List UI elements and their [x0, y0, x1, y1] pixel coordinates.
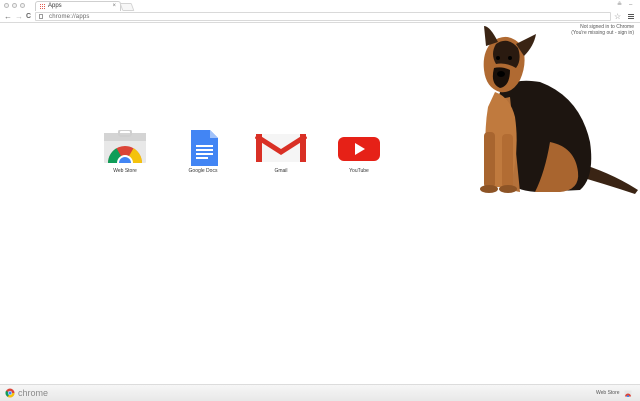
maximize-window-button[interactable]: [20, 3, 25, 8]
app-label: Google Docs: [188, 168, 218, 174]
footer-bar: chrome Web Store: [0, 384, 640, 401]
web-store-link[interactable]: Web Store: [596, 389, 620, 397]
app-label: Gmail: [274, 168, 288, 174]
tab-close-button[interactable]: ×: [112, 2, 116, 10]
url-text: chrome://apps: [49, 14, 90, 20]
new-tab-button[interactable]: [119, 3, 135, 11]
user-icon[interactable]: ≗: [617, 1, 622, 9]
apps-grid-icon: [40, 4, 45, 9]
gmail-icon: [254, 130, 308, 166]
address-bar[interactable]: chrome://apps: [35, 12, 611, 21]
web-store-small-icon[interactable]: [624, 389, 632, 397]
app-label: Web Store: [113, 168, 137, 174]
tab-title: Apps: [48, 3, 62, 9]
menu-icon[interactable]: [628, 14, 634, 20]
chrome-wordmark: chrome: [18, 388, 49, 398]
bookmark-star-icon[interactable]: ☆: [614, 11, 621, 22]
youtube-icon: [336, 130, 382, 166]
forward-button[interactable]: →: [15, 11, 23, 22]
web-store-icon: [102, 129, 148, 171]
chrome-logo-icon: [5, 388, 15, 398]
dog-theme-image: [480, 26, 638, 194]
page-icon: [39, 14, 43, 19]
google-docs-icon: [180, 130, 226, 166]
app-gmail[interactable]: Gmail: [251, 130, 311, 174]
app-google-docs[interactable]: Google Docs: [173, 130, 233, 174]
app-youtube[interactable]: YouTube: [329, 130, 389, 174]
minimize-icon[interactable]: –: [629, 1, 632, 9]
tab-apps[interactable]: Apps ×: [35, 1, 121, 11]
back-button[interactable]: ←: [4, 11, 12, 22]
reload-button[interactable]: C: [26, 11, 31, 22]
app-label: YouTube: [349, 168, 369, 174]
minimize-window-button[interactable]: [12, 3, 17, 8]
close-window-button[interactable]: [4, 3, 9, 8]
app-web-store[interactable]: Web Store: [95, 129, 155, 174]
